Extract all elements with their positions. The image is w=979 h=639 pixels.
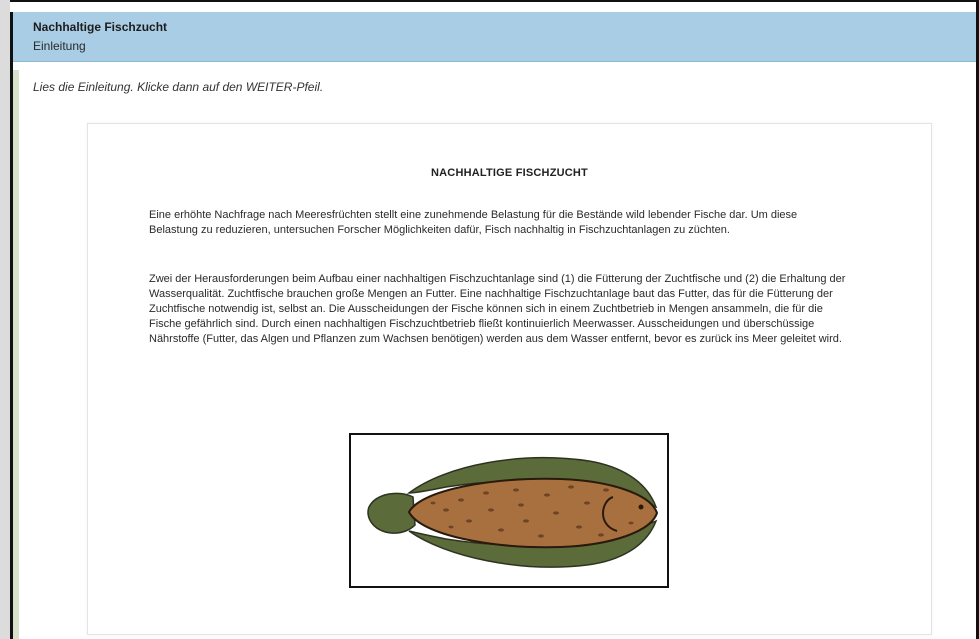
window-frame-left [0, 0, 10, 639]
article-paragraph-2: Zwei der Herausforderungen beim Aufbau e… [149, 273, 846, 345]
unit-subtitle: Einleitung [33, 39, 86, 53]
article-paragraph-1: Eine erhöhte Nachfrage nach Meeresfrücht… [149, 209, 798, 236]
unit-header: Nachhaltige Fischzucht Einleitung [13, 12, 976, 62]
article-heading: NACHHALTIGE FISCHZUCHT [431, 167, 588, 179]
left-accent-strip [13, 70, 19, 639]
instruction-text: Lies die Einleitung. Klicke dann auf den… [33, 80, 324, 94]
window-frame-top [10, 0, 979, 12]
article-card: NACHHALTIGE FISCHZUCHT Eine erhöhte Nach… [87, 123, 932, 635]
flatfish-icon [367, 457, 659, 568]
unit-title: Nachhaltige Fischzucht [33, 20, 168, 34]
fish-figure [349, 433, 669, 588]
